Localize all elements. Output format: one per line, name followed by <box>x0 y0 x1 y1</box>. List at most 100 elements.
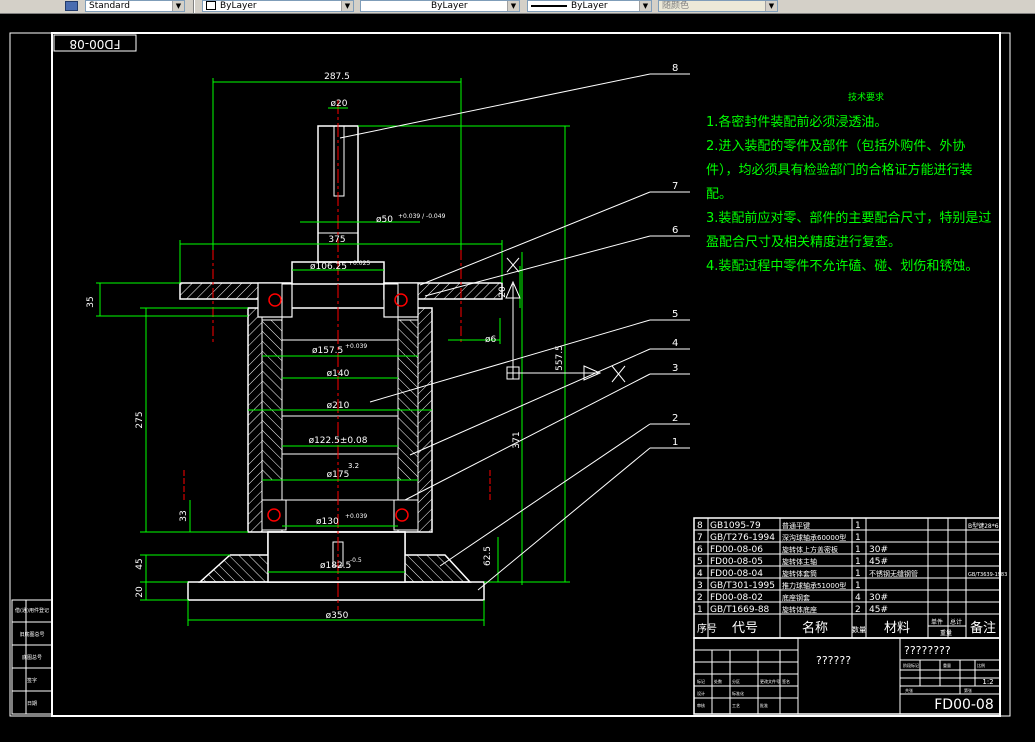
base-plate <box>187 581 485 601</box>
bom-name: 旋转体主轴 <box>782 557 817 566</box>
tech-line: 3.装配前应对零、部件的主要配合尺寸，特别是过 <box>706 211 992 226</box>
bom-qty: 1 <box>855 581 861 591</box>
bom-header-mat: 材料 <box>884 621 910 636</box>
dim-175: ø175 <box>327 470 350 480</box>
linetype-select[interactable]: ByLayer ▼ <box>360 0 520 12</box>
balloon-labels: 8 7 6 5 4 3 2 1 <box>672 63 678 448</box>
dim-6: ø6 <box>485 335 497 345</box>
balloon: 2 <box>672 413 678 424</box>
bom-mat: 45# <box>869 605 888 615</box>
bom-code: GB/T1669-88 <box>710 605 770 615</box>
frame-tag: FD00-08 <box>69 37 120 51</box>
tb-label: 审核 <box>697 702 705 708</box>
dim-210: ø210 <box>327 401 350 411</box>
dim-130-tol: +0.039 <box>345 513 367 520</box>
tb-label: 比例 <box>977 662 985 668</box>
dim-130: ø130 <box>316 517 339 527</box>
dim-35: 35 <box>86 296 96 307</box>
dim-33: 33 <box>179 510 189 521</box>
sleeve-wall-right <box>417 307 433 533</box>
left-strip: 借(通)用件登记 旧底图总号 底图总号 签字 日期 <box>11 599 53 715</box>
text-style-icon[interactable] <box>65 1 78 11</box>
tech-line: 1.各密封件装配前必须浸透油。 <box>706 115 888 130</box>
chevron-down-icon[interactable]: ▼ <box>507 1 519 11</box>
bom-no: 8 <box>697 521 703 531</box>
tb-label: 第张 <box>964 687 972 693</box>
bom-code: GB1095-79 <box>710 521 761 531</box>
dim-106-tol: +0.025 <box>348 260 370 267</box>
strip-label: 日期 <box>27 701 37 707</box>
company-name: ???????? <box>904 644 951 657</box>
tb-label: 签名 <box>782 678 790 684</box>
balloon: 8 <box>672 63 678 74</box>
layer-value: ByLayer <box>220 1 257 11</box>
keyway <box>333 125 345 197</box>
layer-select[interactable]: ByLayer ▼ <box>202 0 354 12</box>
balloon: 5 <box>672 309 678 320</box>
technical-requirements: 技术要求 1.各密封件装配前必须浸透油。 2.进入装配的零件及部件（包括外购件、… <box>706 90 996 279</box>
lineweight-select[interactable]: ByLayer ▼ <box>527 0 652 12</box>
dim-157: ø157.5 <box>312 346 343 356</box>
bom-name: 底座钢套 <box>782 593 810 602</box>
bom-code: GB/T276-1994 <box>710 533 775 543</box>
chevron-down-icon[interactable]: ▼ <box>639 1 651 11</box>
bom-mat: 不锈钢无缝钢管 <box>869 569 918 578</box>
bom-mat: 30# <box>869 545 888 555</box>
tb-label: 更改文件号 <box>760 678 780 684</box>
sleeve-wall-left <box>247 307 263 533</box>
drawing-number: FD00-08 <box>934 697 994 713</box>
dim-50: ø50 <box>376 215 393 225</box>
dim-557: 557.5 <box>555 345 565 371</box>
bom-no: 6 <box>697 545 703 555</box>
strip-label: 底图总号 <box>22 654 42 661</box>
drawing-canvas[interactable]: FD00-08 借(通)用件登记 旧底图总号 底图总号 签字 日期 287.5 … <box>0 14 1035 738</box>
bom-qty: 1 <box>855 557 861 567</box>
chevron-down-icon[interactable]: ▼ <box>765 1 777 11</box>
dim-375: 375 <box>328 235 345 245</box>
tb-label: 共张 <box>905 687 913 693</box>
text-style-select[interactable]: Standard ▼ <box>85 0 185 12</box>
bom-header-qty: 数量 <box>852 625 866 634</box>
bom-header-code: 代号 <box>732 621 758 636</box>
drawing-name: ?????? <box>816 654 851 667</box>
bom-no: 4 <box>697 569 703 579</box>
bom-qty: 1 <box>855 569 861 579</box>
chevron-down-icon[interactable]: ▼ <box>341 1 353 11</box>
lineweight-sample-icon <box>531 4 567 7</box>
bom-note: B型键28*6 <box>968 522 999 530</box>
properties-toolbar: Standard ▼ ByLayer ▼ ByLayer ▼ ByLayer ▼… <box>0 0 1035 14</box>
tb-label: 批准 <box>760 702 768 708</box>
balloon: 7 <box>672 181 678 192</box>
tb-label: 设计 <box>697 690 705 696</box>
tech-line: 配。 <box>706 187 733 202</box>
bom-mat: 30# <box>869 593 888 603</box>
strip-label: 签字 <box>27 677 37 684</box>
dim-45: 45 <box>135 558 145 569</box>
dim-287: 287.5 <box>324 72 350 82</box>
bom-qty: 2 <box>855 605 861 615</box>
bom-code: FD00-08-06 <box>710 545 763 555</box>
tech-line: 2.进入装配的零件及部件（包括外购件、外协 <box>706 139 966 154</box>
dim-350: ø350 <box>326 611 349 621</box>
balloon: 4 <box>672 338 678 349</box>
dim-182: ø182.5 <box>320 561 351 571</box>
bom-header-single: 单件 <box>931 618 943 626</box>
roughness: 3.2 <box>348 462 359 470</box>
bom-header-name: 名称 <box>802 620 828 636</box>
tb-label: 标准化 <box>732 690 744 696</box>
tb-label: 标记 <box>697 678 705 684</box>
balloon: 1 <box>672 437 678 448</box>
tech-title: 技术要求 <box>847 93 884 103</box>
balloon: 6 <box>672 225 678 236</box>
bom-name: 旋转体套筒 <box>782 569 817 578</box>
bom-name: 推力球轴承51000型 <box>782 581 846 590</box>
dim-20: ø20 <box>331 99 348 109</box>
bom-note: GB/T3639-1983 <box>968 572 1007 578</box>
bom-qty: 4 <box>855 593 861 603</box>
plot-style-select[interactable]: 随颜色 ▼ <box>658 0 778 12</box>
bom-qty: 1 <box>855 533 861 543</box>
chevron-down-icon[interactable]: ▼ <box>172 1 184 11</box>
sleeve-inner-left <box>261 319 283 481</box>
tb-label: 阶段标记 <box>903 662 919 668</box>
tech-line: 盈配合尺寸及相关精度进行复查。 <box>706 235 902 250</box>
